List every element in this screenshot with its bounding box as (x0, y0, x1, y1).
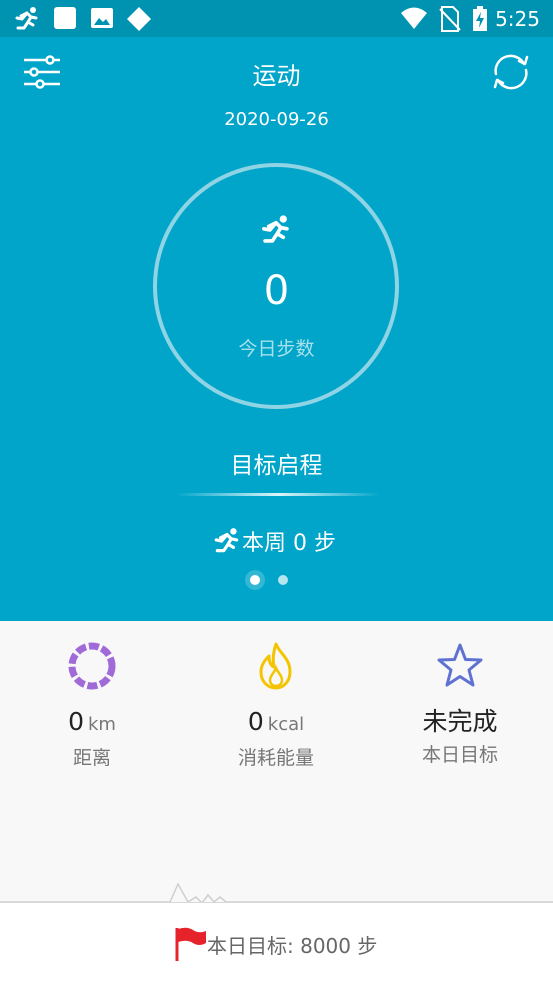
week-steps: 本周 0 步 (212, 526, 336, 556)
week-steps-text: 本周 0 步 (242, 531, 336, 556)
diamond-icon (127, 7, 151, 31)
status-time: 5:25 (495, 7, 540, 31)
stat-distance: 0 km 距离 (0, 640, 184, 770)
status-bar: 5:25 (0, 0, 553, 37)
energy-label: 消耗能量 (237, 747, 314, 769)
star-icon (437, 643, 483, 687)
running-icon (214, 528, 239, 553)
running-icon (15, 7, 38, 30)
energy-value: 0 (247, 707, 264, 736)
distance-unit: km (87, 714, 116, 735)
energy-unit: kcal (267, 714, 305, 735)
image-icon (91, 8, 113, 28)
square-icon (54, 7, 76, 29)
daily-goal-text: 本日目标: 8000 步 (207, 933, 378, 958)
today-steps-value: 0 (263, 268, 290, 314)
sync-icon[interactable] (488, 52, 534, 92)
flag-icon (175, 927, 206, 961)
flame-icon (259, 642, 292, 690)
goal-divider (176, 493, 380, 496)
battery-charging-icon (473, 6, 487, 31)
wifi-icon (401, 7, 427, 29)
goal-status-label: 本日目标 (421, 744, 498, 766)
goal-label[interactable]: 目标启程 (0, 446, 553, 480)
pager-dot-active[interactable] (245, 570, 265, 590)
distance-label: 距离 (72, 747, 111, 769)
date-label: 2020-09-26 (224, 109, 329, 130)
ring-icon (68, 642, 116, 690)
stat-goal: 未完成 本日目标 (368, 640, 552, 767)
activity-wave (0, 882, 553, 905)
no-sim-icon (439, 6, 461, 32)
daily-goal[interactable]: 本日目标: 8000 步 (173, 927, 377, 961)
distance-value: 0 (68, 707, 84, 736)
pager-dot[interactable] (278, 575, 288, 585)
running-icon (262, 215, 289, 243)
today-steps-label: 今日步数 (238, 338, 315, 360)
stat-energy: 0 kcal 消耗能量 (184, 640, 368, 770)
goal-status-value: 未完成 (422, 707, 498, 736)
page-title: 运动 (252, 62, 301, 90)
